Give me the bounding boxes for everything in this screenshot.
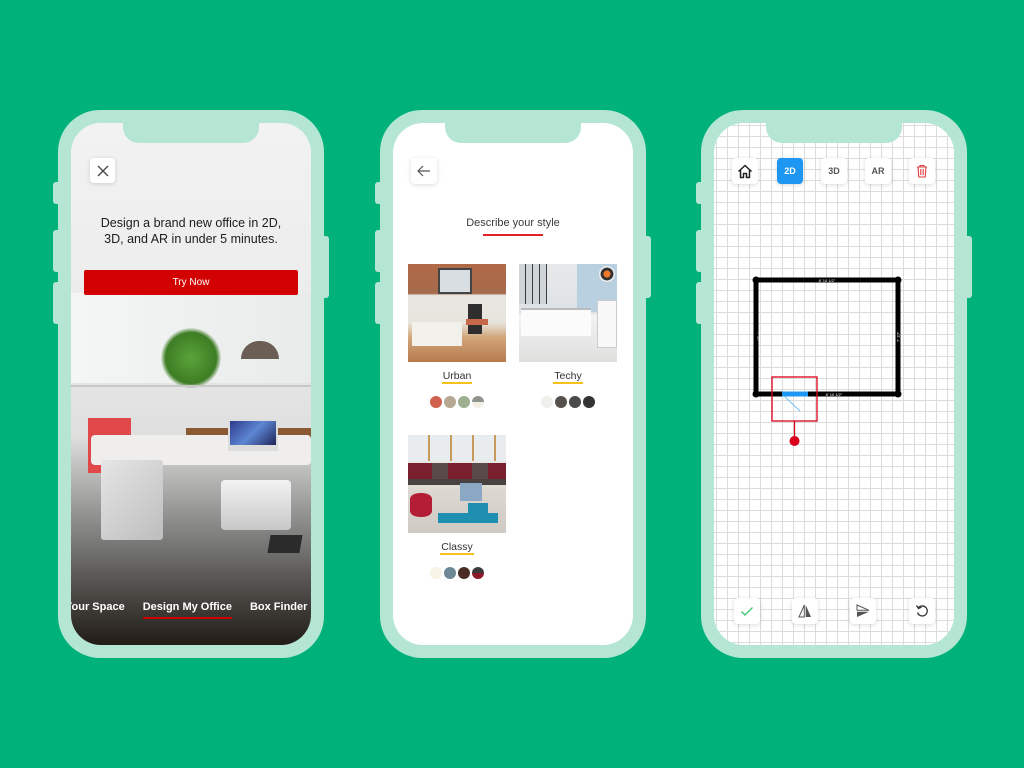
style-card-classy[interactable]: Classy [408, 435, 506, 579]
tab-design-my-office[interactable]: Design My Office [142, 601, 233, 619]
color-swatches [408, 396, 506, 408]
office-railing [71, 385, 311, 387]
color-swatch [430, 396, 442, 408]
back-button[interactable] [411, 158, 437, 184]
color-swatch [458, 396, 470, 408]
color-swatches [408, 567, 506, 579]
delete-button[interactable] [909, 158, 935, 184]
office-background-image [71, 123, 311, 645]
trash-icon [917, 164, 927, 178]
room-walls[interactable] [752, 276, 902, 398]
view-2d-button[interactable]: 2D [777, 158, 803, 184]
flip-vertical-button[interactable] [850, 598, 876, 624]
style-card-techy[interactable]: Techy [519, 264, 617, 408]
selection-box[interactable] [771, 376, 818, 422]
planner-screen: 2D 3D AR 8' 10 1/2" 8' 10 1/2" 7' 10" 7'… [714, 123, 954, 645]
view-3d-button[interactable]: 3D [821, 158, 847, 184]
office-notebook [267, 535, 303, 553]
color-swatch [555, 396, 567, 408]
home-button[interactable] [732, 158, 758, 184]
phone-side-button [323, 236, 329, 298]
door-swing [783, 395, 801, 412]
office-plant [161, 328, 221, 388]
color-swatch [569, 396, 581, 408]
style-image-classy[interactable] [408, 435, 506, 533]
phone-side-button [375, 182, 381, 204]
dimension-top: 8' 10 1/2" [819, 278, 836, 283]
confirm-button[interactable] [734, 598, 760, 624]
close-button[interactable] [90, 158, 115, 183]
style-label-urban: Urban [441, 370, 473, 384]
title-underline [483, 234, 543, 236]
wall-corner-handle[interactable] [752, 276, 760, 284]
color-swatch [444, 396, 456, 408]
office-monitor [228, 419, 278, 451]
floor-plan[interactable]: 8' 10 1/2" 8' 10 1/2" 7' 10" 7' 10" [714, 123, 954, 645]
color-swatch [430, 567, 442, 579]
phone-intro: Design a brand new office in 2D, 3D, and… [53, 110, 329, 658]
color-swatch [458, 567, 470, 579]
door-element[interactable] [782, 391, 808, 412]
phone-side-button [375, 230, 381, 272]
phone-side-button [696, 182, 702, 204]
style-screen: Describe your style Urban Techy Classy [393, 123, 633, 645]
phone-side-button [696, 282, 702, 324]
flip-vertical-icon [856, 604, 870, 617]
tab-box-finder[interactable]: Box Finder [250, 601, 307, 617]
undo-button[interactable] [909, 598, 935, 624]
style-label-techy: Techy [553, 370, 583, 384]
intro-screen: Design a brand new office in 2D, 3D, and… [71, 123, 311, 645]
wall-corner-handle[interactable] [894, 276, 902, 284]
phone-style: Describe your style Urban Techy Classy [375, 110, 651, 658]
color-swatch [444, 567, 456, 579]
phone-side-button [696, 230, 702, 272]
wall-corner-handle[interactable] [894, 390, 902, 398]
color-swatch [472, 396, 484, 408]
phone-side-button [53, 282, 59, 324]
phone-side-button [966, 236, 972, 298]
phone-planner: 2D 3D AR 8' 10 1/2" 8' 10 1/2" 7' 10" 7'… [696, 110, 972, 658]
door-opening[interactable] [782, 391, 808, 397]
flip-horizontal-button[interactable] [792, 598, 818, 624]
arrow-left-icon [417, 165, 430, 177]
phone-side-button [53, 230, 59, 272]
style-label-classy: Classy [440, 541, 474, 555]
bottom-tab-bar: Your Space Design My Office Box Finder [71, 601, 307, 619]
check-icon [741, 606, 753, 616]
color-swatch [472, 567, 484, 579]
home-icon [737, 164, 753, 178]
phone-side-button [53, 182, 59, 204]
color-swatches [519, 396, 617, 408]
rotate-handle[interactable] [789, 436, 800, 446]
close-icon [97, 165, 108, 176]
tab-your-space[interactable]: Your Space [71, 601, 125, 617]
phone-side-button [645, 236, 651, 298]
phone-notch [766, 123, 902, 143]
try-now-button[interactable]: Try Now [84, 270, 298, 295]
office-monitor-back [101, 460, 163, 540]
color-swatch [583, 396, 595, 408]
color-swatch [541, 396, 553, 408]
dimension-bottom: 8' 10 1/2" [826, 392, 843, 397]
phone-notch [445, 123, 581, 143]
page-title: Describe your style [466, 217, 560, 229]
undo-icon [915, 605, 928, 617]
phone-side-button [375, 282, 381, 324]
style-image-techy[interactable] [519, 264, 617, 362]
intro-headline: Design a brand new office in 2D, 3D, and… [100, 216, 282, 246]
wall-corner-handle[interactable] [752, 390, 760, 398]
office-chair [221, 480, 291, 530]
style-image-urban[interactable] [408, 264, 506, 362]
dimension-left: 7' 10" [757, 332, 762, 343]
view-ar-button[interactable]: AR [865, 158, 891, 184]
dimension-right: 7' 10" [896, 331, 901, 342]
flip-horizontal-icon [798, 604, 811, 618]
phone-notch [123, 123, 259, 143]
style-card-urban[interactable]: Urban [408, 264, 506, 408]
